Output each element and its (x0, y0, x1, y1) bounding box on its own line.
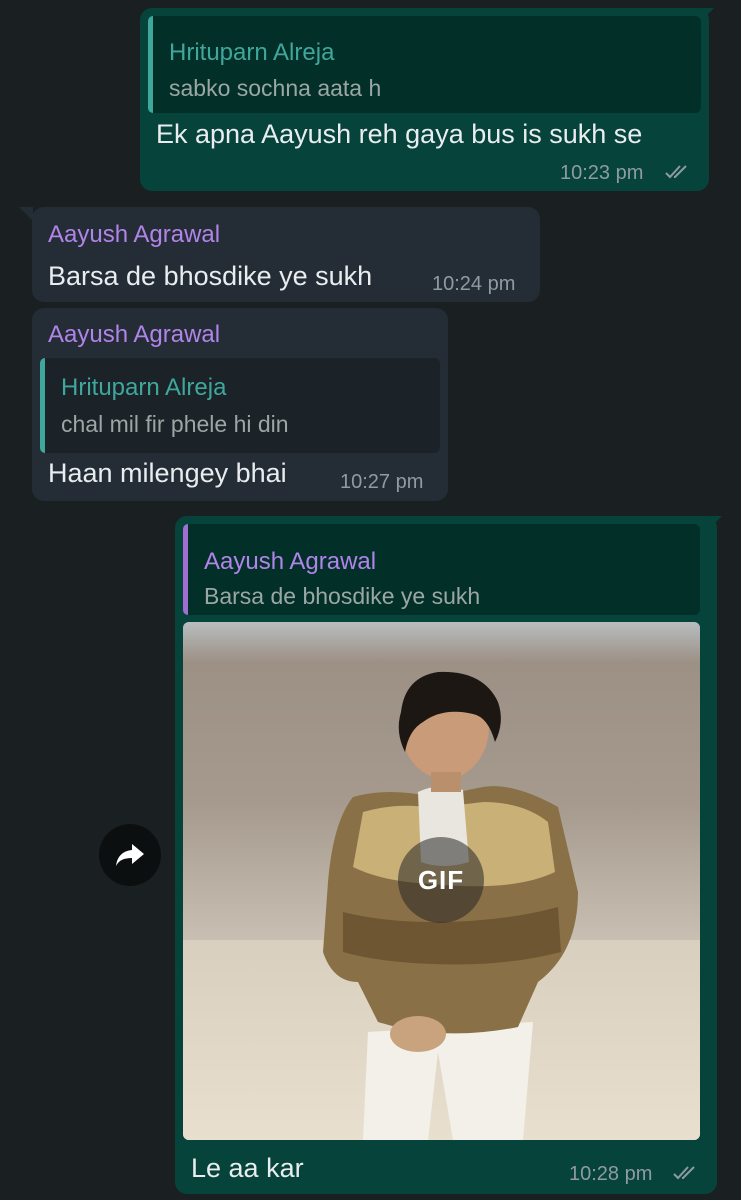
message-time: 10:24 pm (432, 273, 516, 295)
message-bubble-incoming[interactable]: Aayush Agrawal Hrituparn Alreja chal mil… (32, 308, 448, 501)
quoted-sender-name: Hrituparn Alreja (169, 39, 335, 66)
message-text: Haan milengey bhai (48, 458, 287, 488)
message-text: Ek apna Aayush reh gaya bus is sukh se (156, 119, 643, 149)
message-text: Barsa de bhosdike ye sukh (48, 261, 373, 291)
quoted-message[interactable]: Hrituparn Alreja chal mil fir phele hi d… (40, 358, 440, 453)
double-check-icon (665, 165, 687, 179)
forward-button[interactable] (99, 824, 161, 886)
forward-arrow-icon (116, 844, 144, 866)
gif-media[interactable]: GIF (183, 622, 700, 1140)
quoted-text: chal mil fir phele hi din (61, 411, 289, 437)
message-time: 10:23 pm (560, 162, 644, 184)
message-bubble-incoming[interactable]: Aayush Agrawal Barsa de bhosdike ye sukh… (32, 207, 540, 302)
quote-bar (183, 524, 188, 615)
bubble-tail (19, 207, 33, 221)
quote-bar (148, 16, 153, 113)
quoted-message[interactable]: Aayush Agrawal Barsa de bhosdike ye sukh (183, 524, 700, 615)
quoted-text: sabko sochna aata h (169, 75, 382, 101)
sender-name: Aayush Agrawal (48, 321, 221, 348)
sender-name: Aayush Agrawal (48, 221, 221, 248)
double-check-icon (673, 1166, 695, 1180)
message-bubble-outgoing[interactable]: Hrituparn Alreja sabko sochna aata h Ek … (140, 8, 709, 191)
message-bubble-outgoing[interactable]: Aayush Agrawal Barsa de bhosdike ye sukh… (175, 516, 717, 1194)
gif-badge[interactable]: GIF (398, 837, 484, 923)
quoted-text: Barsa de bhosdike ye sukh (204, 583, 481, 609)
quoted-message[interactable]: Hrituparn Alreja sabko sochna aata h (148, 16, 701, 113)
quoted-sender-name: Hrituparn Alreja (61, 374, 227, 401)
quote-bar (40, 358, 45, 453)
quoted-sender-name: Aayush Agrawal (204, 548, 377, 575)
message-time: 10:27 pm (340, 471, 424, 493)
message-time: 10:28 pm (569, 1163, 653, 1185)
message-text: Le aa kar (191, 1153, 304, 1183)
